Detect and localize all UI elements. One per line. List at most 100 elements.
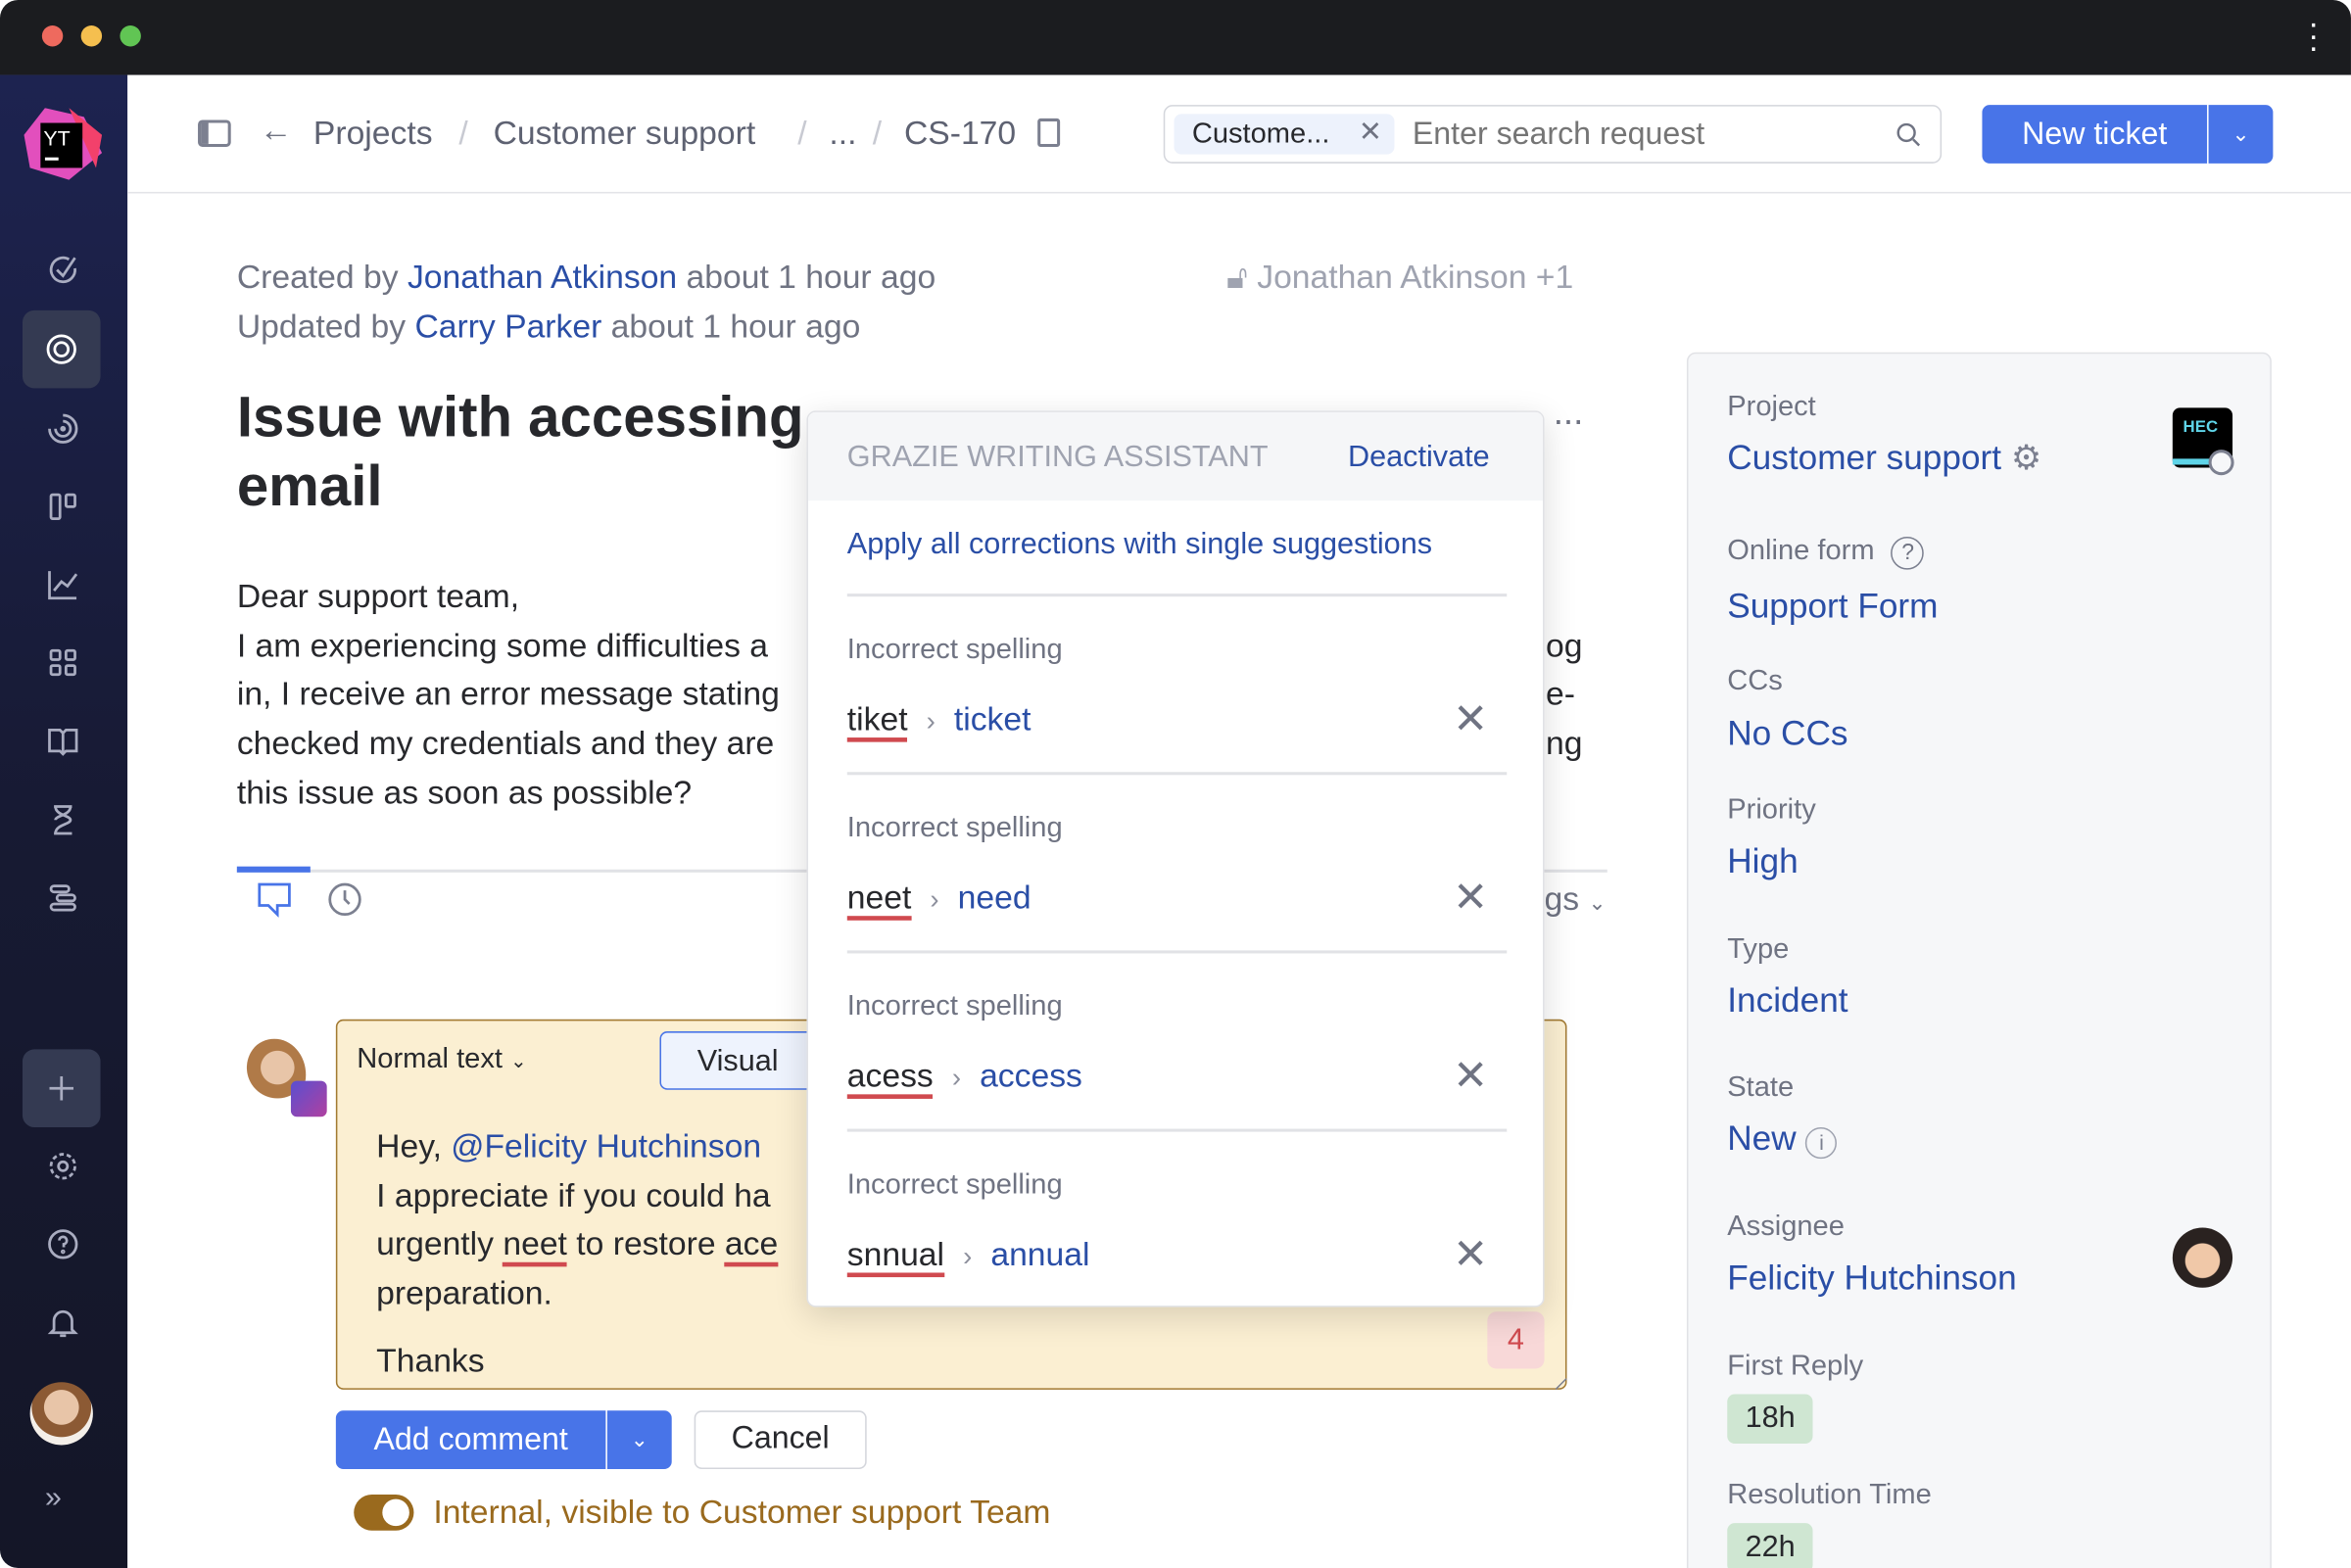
chip-close-icon[interactable]: ✕ xyxy=(1359,116,1382,150)
breadcrumb-ellipsis[interactable]: ... xyxy=(829,114,856,153)
kebab-icon[interactable]: · · · xyxy=(2305,7,2323,64)
logo-bar xyxy=(2172,458,2211,465)
sidebar-item-knowledge-base[interactable] xyxy=(33,711,93,771)
create-button[interactable] xyxy=(22,1049,101,1128)
dismiss-icon[interactable]: ✕ xyxy=(1453,694,1488,744)
new-ticket-dropdown[interactable]: ⌄ xyxy=(2208,105,2274,164)
sidebar-item-boards[interactable] xyxy=(33,477,93,537)
misspelled-word[interactable]: ace xyxy=(725,1225,779,1267)
back-arrow-icon[interactable]: ← xyxy=(260,111,293,150)
visual-mode-button[interactable]: Visual xyxy=(659,1031,825,1090)
tab-settings-dropdown[interactable]: gs ⌄ xyxy=(1545,879,1607,919)
dismiss-icon[interactable]: ✕ xyxy=(1453,873,1488,923)
breadcrumb-ticket-id: CS-170 xyxy=(903,114,1017,152)
suggestion-item[interactable]: snnual › annual xyxy=(846,1235,1089,1278)
copy-id-icon[interactable] xyxy=(1037,118,1061,147)
board-icon xyxy=(49,493,76,520)
assistant-title: GRAZIE WRITING ASSISTANT xyxy=(846,440,1269,474)
sidebar-item-gantt[interactable] xyxy=(33,868,93,927)
minimize-window-button[interactable] xyxy=(80,25,103,47)
chevron-down-icon: ⌄ xyxy=(1588,890,1607,915)
ticket-title-line2[interactable]: email xyxy=(237,455,383,520)
priority-field[interactable]: High xyxy=(1727,841,1798,881)
sidebar-item-helpdesk[interactable] xyxy=(22,309,101,389)
lifebuoy-icon xyxy=(46,334,76,364)
divider xyxy=(846,1128,1508,1132)
tab-history[interactable] xyxy=(327,881,363,918)
field-label: Assignee xyxy=(1727,1211,1845,1243)
add-comment-button[interactable]: Add comment xyxy=(335,1410,606,1469)
chevron-down-icon: ⌄ xyxy=(510,1049,527,1072)
sidebar-item-reports[interactable] xyxy=(33,554,93,614)
type-field[interactable]: Incident xyxy=(1727,980,1847,1021)
suggestion-label: Incorrect spelling xyxy=(846,990,1063,1022)
maximize-window-button[interactable] xyxy=(120,25,141,47)
dismiss-icon[interactable]: ✕ xyxy=(1453,1051,1488,1101)
add-comment-dropdown[interactable]: ⌄ xyxy=(606,1410,672,1469)
notifications-button[interactable] xyxy=(33,1292,93,1352)
sidebar-item-timesheets[interactable] xyxy=(33,790,93,850)
sidebar-item-dashboards[interactable] xyxy=(33,633,93,692)
search-input[interactable] xyxy=(1412,114,1863,155)
tab-comments[interactable] xyxy=(257,881,293,918)
comment-text[interactable]: Hey, @Felicity Hutchinson I appreciate i… xyxy=(376,1122,779,1386)
project-field[interactable]: Customer support ⚙︎ xyxy=(1727,438,2041,478)
youtrack-logo[interactable]: YT xyxy=(24,108,103,183)
online-form-link[interactable]: Support Form xyxy=(1727,586,1938,626)
suggestion-item[interactable]: neet › need xyxy=(846,878,1032,921)
field-label: State xyxy=(1727,1071,1795,1104)
misspelled-word[interactable]: neet xyxy=(503,1225,567,1267)
assignee-field[interactable]: Felicity Hutchinson xyxy=(1727,1258,2016,1298)
created-by-link[interactable]: Jonathan Atkinson xyxy=(408,258,677,295)
search-context-chip[interactable]: Custome... ✕ xyxy=(1174,114,1395,155)
state-field[interactable]: New i xyxy=(1727,1118,1838,1160)
sidebar-item-activity[interactable] xyxy=(33,399,93,458)
internal-toggle[interactable] xyxy=(354,1495,414,1531)
info-icon[interactable]: i xyxy=(1805,1127,1838,1160)
field-label: Priority xyxy=(1727,794,1816,827)
user-avatar[interactable] xyxy=(29,1382,93,1446)
cancel-button[interactable]: Cancel xyxy=(694,1410,867,1469)
help-icon[interactable]: ? xyxy=(1891,536,1925,570)
plus-icon xyxy=(49,1075,73,1101)
text-format-dropdown[interactable]: Normal text ⌄ xyxy=(357,1043,526,1076)
ticket-title[interactable]: Issue with accessing xyxy=(237,387,804,451)
created-info: Created by Jonathan Atkinson about 1 hou… xyxy=(236,258,936,296)
writing-assistant-popup: GRAZIE WRITING ASSISTANT Deactivate Appl… xyxy=(806,410,1545,1307)
breadcrumb-customer-support[interactable]: Customer support xyxy=(494,114,756,153)
divider xyxy=(846,772,1508,776)
suggestion-item[interactable]: acess › access xyxy=(846,1057,1082,1099)
apply-all-button[interactable]: Apply all corrections with single sugges… xyxy=(847,528,1432,562)
resize-handle[interactable] xyxy=(1545,1368,1567,1390)
expand-icon[interactable]: » xyxy=(45,1481,62,1515)
sidebar-item-issues[interactable] xyxy=(33,241,93,301)
breadcrumb-projects[interactable]: Projects xyxy=(313,114,433,153)
chart-icon xyxy=(48,571,78,600)
more-actions-button[interactable]: ... xyxy=(1554,393,1584,435)
mention[interactable]: @Felicity Hutchinson xyxy=(451,1127,761,1164)
error-count-badge[interactable]: 4 xyxy=(1487,1311,1545,1369)
bell-icon xyxy=(47,1309,78,1338)
suggestion-label: Incorrect spelling xyxy=(846,812,1063,844)
gear-icon[interactable]: ⚙︎ xyxy=(2011,438,2042,477)
suggestion-item[interactable]: tiket › ticket xyxy=(846,699,1031,742)
ccs-field[interactable]: No CCs xyxy=(1727,714,1847,754)
dismiss-icon[interactable]: ✕ xyxy=(1453,1229,1488,1279)
active-tab-indicator xyxy=(236,866,311,873)
toggle-sidebar-icon[interactable] xyxy=(198,119,231,147)
new-ticket-button[interactable]: New ticket xyxy=(1982,105,2208,164)
divider xyxy=(846,594,1508,597)
visibility-selector[interactable]: 🔓︎ Jonathan Atkinson +1 xyxy=(1226,258,1573,297)
youtrack-badge-icon xyxy=(290,1080,327,1117)
updated-by-link[interactable]: Carry Parker xyxy=(414,308,601,345)
suggestion-label: Incorrect spelling xyxy=(846,634,1063,666)
lock-icon: 🔓︎ xyxy=(1226,258,1248,296)
help-button[interactable] xyxy=(33,1214,93,1274)
deactivate-button[interactable]: Deactivate xyxy=(1348,441,1490,475)
svg-text:YT: YT xyxy=(43,126,70,150)
close-window-button[interactable] xyxy=(41,25,64,47)
search-icon[interactable] xyxy=(1895,121,1923,149)
chevron-right-icon: › xyxy=(963,1241,973,1271)
administration-button[interactable] xyxy=(33,1136,93,1196)
lifebuoy-icon xyxy=(2208,450,2234,476)
